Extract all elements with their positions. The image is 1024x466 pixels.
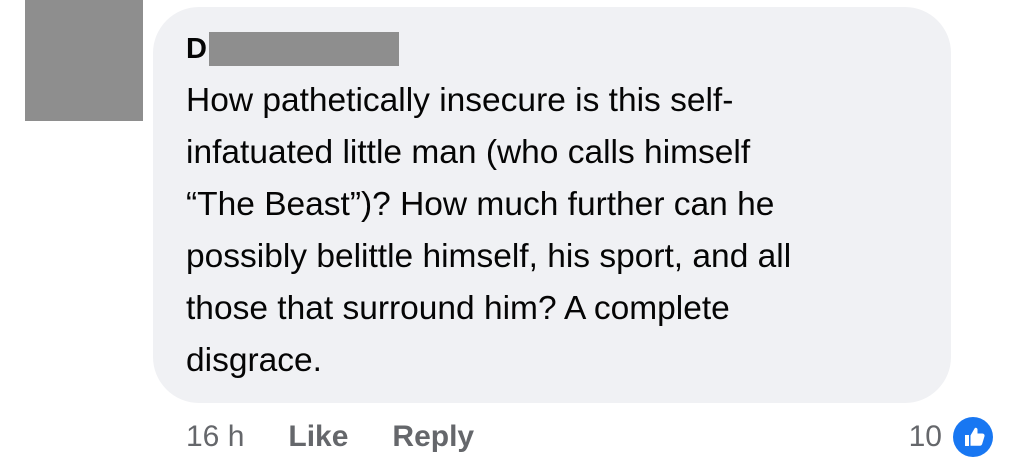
author-name-initial[interactable]: D bbox=[186, 32, 207, 66]
reactions-summary[interactable]: 10 bbox=[909, 414, 996, 460]
comment-text: How pathetically insecure is this self- … bbox=[186, 82, 792, 379]
comment-footer: 16 h Like Reply bbox=[186, 416, 518, 458]
like-thumbs-up-icon bbox=[950, 414, 996, 460]
reaction-count: 10 bbox=[908, 420, 942, 453]
avatar-redacted[interactable] bbox=[25, 0, 143, 121]
like-button[interactable]: Like bbox=[288, 420, 348, 454]
reply-button[interactable]: Reply bbox=[392, 420, 474, 454]
comment-author[interactable]: D bbox=[186, 32, 399, 66]
comment-timestamp[interactable]: 16 h bbox=[186, 420, 244, 454]
author-name-redaction bbox=[208, 32, 399, 66]
